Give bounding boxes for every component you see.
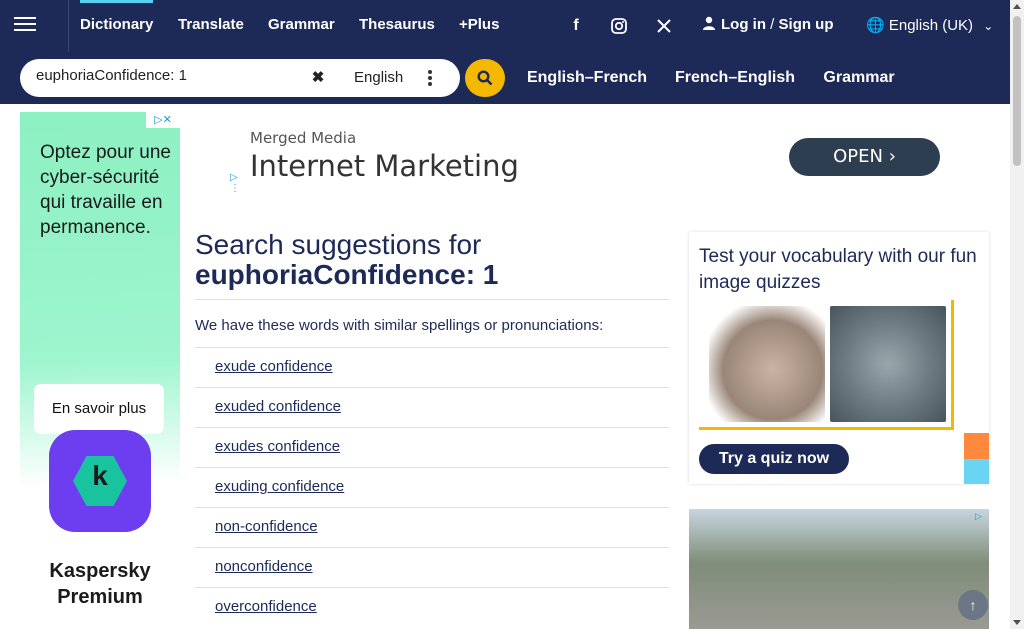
left-skyscraper-ad[interactable]: ▷✕ Optez pour une cyber-sécurité qui tra… (20, 112, 180, 629)
signup-link[interactable]: Sign up (779, 16, 834, 33)
instagram-icon[interactable] (602, 16, 636, 36)
login-area: Log in / Sign up (703, 16, 834, 33)
intro-text: We have these words with similar spellin… (195, 317, 604, 334)
top-banner-ad[interactable]: ▷ ⋮ Merged Media Internet Marketing OPEN … (228, 112, 956, 202)
nav-dictionary[interactable]: Dictionary (62, 0, 154, 52)
ad-cta-button[interactable]: En savoir plus (34, 384, 164, 434)
suggestion-link[interactable]: exude confidence (215, 358, 333, 375)
suggestion-link[interactable]: exuding confidence (215, 478, 344, 495)
try-quiz-button[interactable]: Try a quiz now (699, 444, 849, 474)
main-content: Search suggestions for euphoriaConfidenc… (195, 230, 669, 627)
search-input[interactable] (36, 67, 316, 84)
feedback-tab[interactable] (964, 433, 989, 459)
adchoices-icon[interactable]: ▷ ⋮ (230, 172, 240, 194)
search-bar-row: ✖ English English–French French–English … (0, 52, 1010, 104)
dictionary-language-label: English (354, 69, 404, 86)
nav-translate[interactable]: Translate (178, 0, 244, 52)
language-selector[interactable]: 🌐 English (UK) ⌄ (866, 16, 993, 34)
adchoices-icon[interactable]: ▷ (975, 511, 985, 521)
kaspersky-logo: k (49, 430, 151, 532)
list-item: exude confidence (195, 347, 669, 387)
back-to-top-button[interactable]: ↑ (958, 590, 988, 620)
dict-link-english-french[interactable]: English–French (514, 60, 660, 96)
x-icon[interactable] (647, 16, 681, 36)
suggestion-link[interactable]: exudes confidence (215, 438, 340, 455)
list-item: nonconfidence (195, 547, 669, 587)
feedback-tab[interactable] (964, 459, 989, 484)
ad-open-button[interactable]: OPEN › (789, 138, 940, 176)
language-label: English (UK) (888, 17, 974, 34)
more-options-icon (428, 70, 432, 88)
page-title-prefix: Search suggestions for (195, 229, 482, 260)
chevron-down-icon: ⌄ (983, 19, 994, 33)
search-box: ✖ English (20, 59, 460, 97)
search-button[interactable] (465, 59, 505, 97)
hippo-image (709, 306, 825, 422)
user-icon (703, 16, 715, 30)
scrollbar-thumb[interactable] (1013, 16, 1021, 166)
list-item: exudes confidence (195, 427, 669, 467)
adchoices-icon[interactable]: ▷✕ (146, 112, 180, 128)
quiz-promo: Test your vocabulary with our fun image … (689, 232, 989, 484)
list-item: non-confidence (195, 507, 669, 547)
nav-plus[interactable]: +Plus (459, 0, 499, 52)
scrollbar[interactable] (1010, 0, 1024, 629)
top-nav: Dictionary Translate Grammar Thesaurus +… (0, 0, 1010, 52)
ad-advertiser: Merged Media (250, 129, 357, 147)
dict-link-french-english[interactable]: French–English (662, 60, 808, 96)
dictionary-language-select[interactable]: English (336, 64, 450, 92)
login-separator: / (770, 16, 775, 33)
scroll-down-icon[interactable] (1013, 620, 1021, 625)
seal-image (830, 306, 946, 422)
globe-icon: 🌐 (866, 17, 885, 34)
nav-grammar[interactable]: Grammar (268, 0, 335, 52)
quiz-images[interactable] (699, 300, 954, 430)
scroll-up-icon[interactable] (1013, 4, 1021, 9)
logo-letter: k (92, 460, 108, 491)
hamburger-menu-icon[interactable] (14, 13, 36, 35)
facebook-icon[interactable]: f (559, 16, 593, 36)
ad-headline: Internet Marketing (250, 149, 519, 183)
ad-headline: Optez pour une cyber-sécurité qui travai… (40, 142, 171, 238)
page-title-term: euphoriaConfidence: 1 (195, 259, 499, 290)
list-item: exuded confidence (195, 387, 669, 427)
ad-brand: Kaspersky Premium (49, 560, 151, 608)
list-item: exuding confidence (195, 467, 669, 507)
nav-thesaurus[interactable]: Thesaurus (359, 0, 435, 52)
clear-search-icon[interactable]: ✖ (307, 67, 329, 89)
suggestion-link[interactable]: non-confidence (215, 518, 318, 535)
search-icon (477, 70, 493, 86)
login-link[interactable]: Log in (721, 16, 766, 33)
page-title: Search suggestions for euphoriaConfidenc… (195, 230, 669, 290)
suggestion-link[interactable]: exuded confidence (215, 398, 341, 415)
suggestion-link[interactable]: overconfidence (215, 598, 317, 615)
video-ad[interactable]: ▷ (689, 509, 989, 629)
dict-link-grammar[interactable]: Grammar (810, 60, 908, 96)
list-item: overconfidence (195, 587, 669, 627)
suggestion-link[interactable]: nonconfidence (215, 558, 313, 575)
quiz-title: Test your vocabulary with our fun image … (699, 246, 977, 293)
